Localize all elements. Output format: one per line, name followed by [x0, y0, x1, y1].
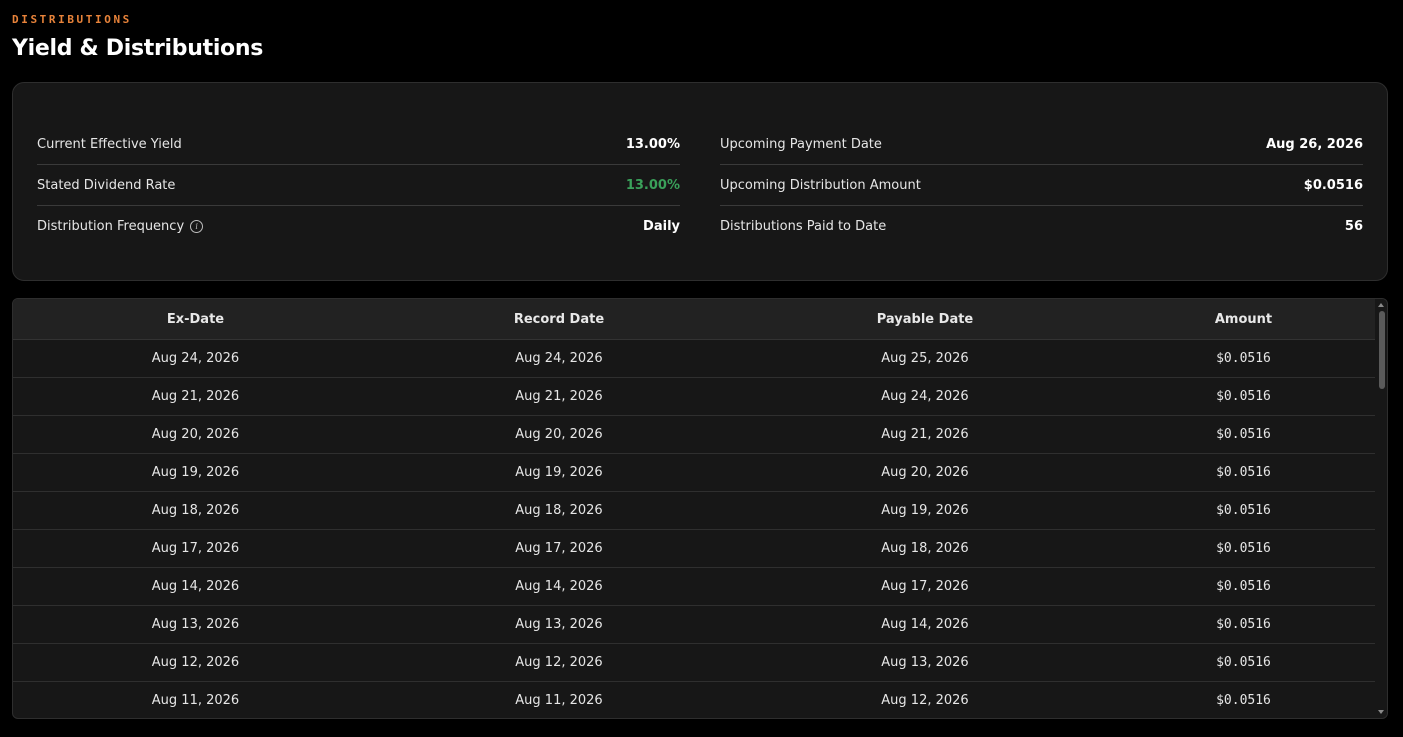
summary-value: 56 [1344, 218, 1363, 234]
summary-label: Upcoming Payment Date [720, 137, 882, 152]
table-row: Aug 19, 2026 Aug 19, 2026 Aug 20, 2026 $… [13, 454, 1377, 492]
summary-row-upcoming-payment-date: Upcoming Payment Date Aug 26, 2026 [720, 124, 1363, 165]
cell-amount: $0.0516 [1216, 655, 1271, 670]
cell-amount: $0.0516 [1216, 503, 1271, 518]
summary-column-left: Current Effective Yield 13.00% Stated Di… [37, 124, 680, 246]
summary-row-distributions-paid-to-date: Distributions Paid to Date 56 [720, 206, 1363, 246]
summary-row-distribution-frequency: Distribution Frequency i Daily [37, 206, 680, 246]
cell-amount: $0.0516 [1216, 541, 1271, 556]
cell-payable-date: Aug 12, 2026 [881, 693, 969, 708]
summary-card: Current Effective Yield 13.00% Stated Di… [12, 82, 1388, 281]
cell-record-date: Aug 13, 2026 [515, 617, 603, 632]
table-body-scroll-area[interactable]: Ex-Date Record Date Payable Date Amount … [13, 299, 1377, 718]
cell-payable-date: Aug 20, 2026 [881, 465, 969, 480]
table-row: Aug 14, 2026 Aug 14, 2026 Aug 17, 2026 $… [13, 568, 1377, 606]
summary-value: Aug 26, 2026 [1266, 136, 1363, 152]
cell-ex-date: Aug 14, 2026 [151, 579, 240, 594]
cell-record-date: Aug 24, 2026 [515, 351, 603, 366]
summary-column-right: Upcoming Payment Date Aug 26, 2026 Upcom… [720, 124, 1363, 246]
cell-ex-date: Aug 19, 2026 [151, 465, 240, 480]
cell-record-date: Aug 21, 2026 [515, 389, 603, 404]
cell-payable-date: Aug 21, 2026 [881, 427, 969, 442]
table-scrollbar[interactable] [1375, 299, 1387, 718]
cell-amount: $0.0516 [1216, 693, 1271, 708]
cell-amount: $0.0516 [1216, 389, 1271, 404]
table-row: Aug 13, 2026 Aug 13, 2026 Aug 14, 2026 $… [13, 606, 1377, 644]
summary-label-text: Distribution Frequency [37, 218, 185, 234]
table-row: Aug 18, 2026 Aug 18, 2026 Aug 19, 2026 $… [13, 492, 1377, 530]
summary-label-text: Upcoming Distribution Amount [720, 177, 921, 193]
summary-label: Distributions Paid to Date [720, 219, 886, 234]
scroll-down-icon[interactable] [1378, 710, 1384, 714]
cell-amount: $0.0516 [1216, 351, 1271, 366]
scrollbar-thumb[interactable] [1379, 311, 1385, 389]
page: DISTRIBUTIONS Yield & Distributions Curr… [0, 0, 1403, 737]
summary-label: Distribution Frequency i [37, 218, 204, 234]
cell-record-date: Aug 18, 2026 [515, 503, 603, 518]
distributions-table: Ex-Date Record Date Payable Date Amount … [12, 298, 1388, 719]
cell-ex-date: Aug 20, 2026 [151, 427, 240, 442]
cell-ex-date: Aug 11, 2026 [151, 693, 240, 708]
cell-ex-date: Aug 17, 2026 [151, 541, 240, 556]
cell-amount: $0.0516 [1216, 617, 1271, 632]
scroll-up-icon[interactable] [1378, 303, 1384, 307]
table-row: Aug 12, 2026 Aug 12, 2026 Aug 13, 2026 $… [13, 644, 1377, 682]
section-eyebrow: DISTRIBUTIONS [12, 13, 132, 26]
cell-record-date: Aug 14, 2026 [515, 579, 603, 594]
table-header: Ex-Date Record Date Payable Date Amount [13, 299, 1377, 340]
cell-payable-date: Aug 13, 2026 [881, 655, 969, 670]
summary-value: $0.0516 [1303, 177, 1363, 193]
info-icon[interactable]: i [190, 219, 204, 233]
summary-value: 13.00% [625, 136, 680, 152]
column-header-record-date[interactable]: Record Date [378, 312, 740, 327]
cell-payable-date: Aug 24, 2026 [881, 389, 969, 404]
summary-label: Upcoming Distribution Amount [720, 178, 921, 193]
cell-ex-date: Aug 21, 2026 [151, 389, 240, 404]
cell-record-date: Aug 12, 2026 [515, 655, 603, 670]
cell-amount: $0.0516 [1216, 427, 1271, 442]
summary-row-stated-dividend-rate: Stated Dividend Rate 13.00% [37, 165, 680, 206]
summary-value: 13.00% [625, 177, 680, 193]
cell-payable-date: Aug 18, 2026 [881, 541, 969, 556]
column-header-payable-date[interactable]: Payable Date [740, 312, 1110, 327]
cell-amount: $0.0516 [1216, 579, 1271, 594]
cell-record-date: Aug 20, 2026 [515, 427, 603, 442]
summary-row-upcoming-distribution-amount: Upcoming Distribution Amount $0.0516 [720, 165, 1363, 206]
summary-value: Daily [643, 218, 680, 234]
table-row: Aug 21, 2026 Aug 21, 2026 Aug 24, 2026 $… [13, 378, 1377, 416]
summary-row-current-effective-yield: Current Effective Yield 13.00% [37, 124, 680, 165]
page-title: Yield & Distributions [12, 36, 264, 61]
cell-payable-date: Aug 14, 2026 [881, 617, 969, 632]
cell-ex-date: Aug 13, 2026 [151, 617, 240, 632]
summary-label-text: Current Effective Yield [37, 136, 182, 152]
table-row: Aug 20, 2026 Aug 20, 2026 Aug 21, 2026 $… [13, 416, 1377, 454]
summary-label-text: Distributions Paid to Date [720, 218, 887, 234]
cell-ex-date: Aug 12, 2026 [151, 655, 240, 670]
cell-record-date: Aug 11, 2026 [515, 693, 603, 708]
cell-record-date: Aug 19, 2026 [515, 465, 603, 480]
cell-payable-date: Aug 17, 2026 [881, 579, 969, 594]
column-header-amount[interactable]: Amount [1110, 312, 1377, 327]
summary-label-text: Stated Dividend Rate [37, 177, 176, 193]
table-row: Aug 17, 2026 Aug 17, 2026 Aug 18, 2026 $… [13, 530, 1377, 568]
summary-label-text: Upcoming Payment Date [720, 136, 882, 152]
table-row: Aug 24, 2026 Aug 24, 2026 Aug 25, 2026 $… [13, 340, 1377, 378]
column-header-ex-date[interactable]: Ex-Date [13, 312, 378, 327]
table-row: Aug 11, 2026 Aug 11, 2026 Aug 12, 2026 $… [13, 682, 1377, 718]
cell-record-date: Aug 17, 2026 [515, 541, 603, 556]
cell-payable-date: Aug 19, 2026 [881, 503, 969, 518]
cell-amount: $0.0516 [1216, 465, 1271, 480]
cell-ex-date: Aug 18, 2026 [151, 503, 240, 518]
summary-label: Stated Dividend Rate [37, 178, 175, 193]
cell-ex-date: Aug 24, 2026 [151, 351, 240, 366]
cell-payable-date: Aug 25, 2026 [881, 351, 969, 366]
summary-label: Current Effective Yield [37, 137, 182, 152]
